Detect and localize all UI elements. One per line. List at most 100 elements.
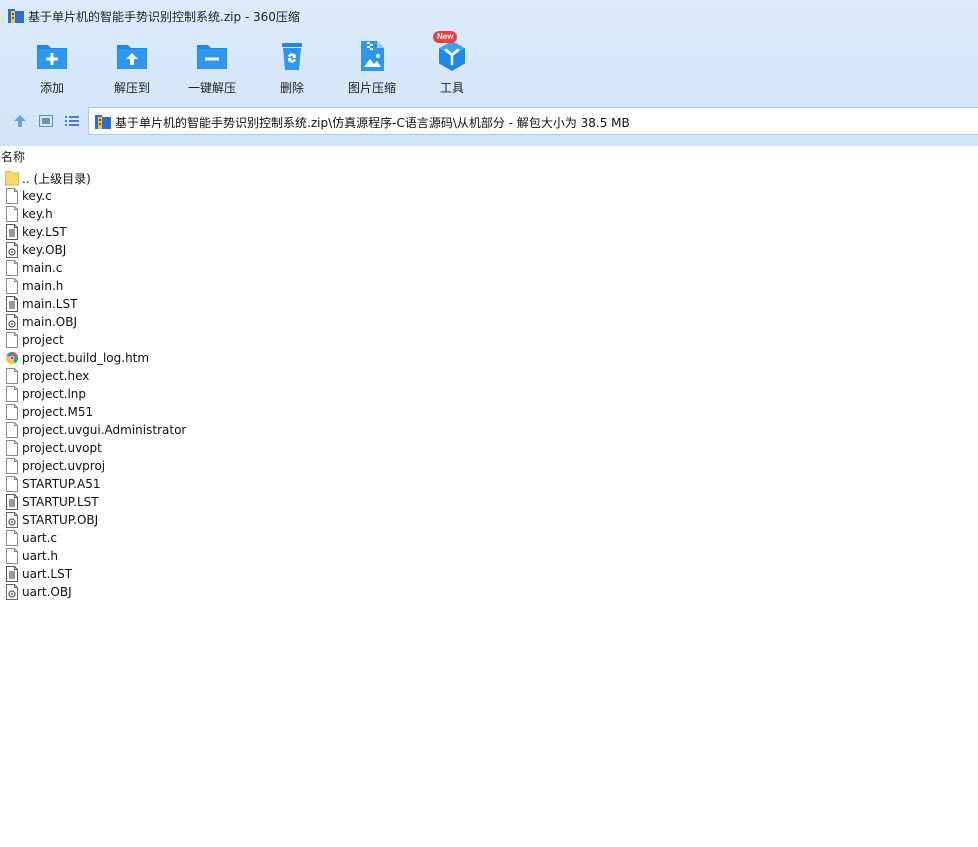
top-panel: 基于单片机的智能手势识别控制系统.zip - 360压缩 添加 解压到 一键解压… [0, 0, 978, 146]
file-name: project.uvgui.Administrator [22, 423, 187, 437]
archive-icon [95, 115, 111, 129]
file-icon [5, 386, 19, 402]
title-bar: 基于单片机的智能手势识别控制系统.zip - 360压缩 [0, 0, 978, 32]
file-row[interactable]: project.uvproj [0, 457, 978, 475]
object-file-icon [5, 512, 19, 528]
file-name: uart.c [22, 531, 58, 545]
file-name: project.hex [22, 369, 90, 383]
archive-app-icon [8, 9, 24, 23]
window-title: 基于单片机的智能手势识别控制系统.zip - 360压缩 [28, 10, 300, 24]
file-name: STARTUP.LST [22, 495, 99, 509]
file-row[interactable]: project.build_log.htm [0, 349, 978, 367]
file-row[interactable]: key.c [0, 187, 978, 205]
file-name: key.h [22, 207, 53, 221]
one-click-extract-label: 一键解压 [187, 81, 236, 95]
file-icon [5, 476, 19, 492]
file-name: project [22, 333, 64, 347]
tools-label: 工具 [439, 81, 464, 95]
list-view-icon[interactable] [64, 113, 80, 129]
file-name: project.uvopt [22, 441, 102, 455]
object-file-icon [5, 314, 19, 330]
file-icon [5, 260, 19, 276]
file-row[interactable]: STARTUP.A51 [0, 475, 978, 493]
delete-bin-icon [282, 43, 302, 70]
object-file-icon [5, 584, 19, 600]
file-name: uart.h [22, 549, 59, 563]
file-row[interactable]: project.lnp [0, 385, 978, 403]
file-icon [5, 368, 19, 384]
file-icon [5, 278, 19, 294]
file-row[interactable]: main.c [0, 259, 978, 277]
tools-button[interactable]: New 工具 [412, 31, 492, 98]
add-folder-icon [37, 45, 67, 69]
file-name: STARTUP.OBJ [22, 513, 99, 527]
file-row[interactable]: main.h [0, 277, 978, 295]
extract-to-button[interactable]: 解压到 [92, 36, 172, 98]
file-row[interactable]: project [0, 331, 978, 349]
file-row[interactable]: STARTUP.LST [0, 493, 978, 511]
column-header-name[interactable]: 名称 [1, 148, 25, 165]
file-row[interactable]: uart.OBJ [0, 583, 978, 601]
file-icon [5, 548, 19, 564]
file-icon [5, 188, 19, 204]
add-button[interactable]: 添加 [12, 36, 92, 98]
file-row[interactable]: uart.LST [0, 565, 978, 583]
text-file-icon [5, 296, 19, 312]
image-compress-button[interactable]: 图片压缩 [332, 36, 412, 98]
file-row[interactable]: key.h [0, 205, 978, 223]
file-name: project.uvproj [22, 459, 106, 473]
file-name: main.c [22, 261, 63, 275]
file-name: main.h [22, 279, 64, 293]
folder-icon [5, 170, 19, 186]
file-row[interactable]: key.LST [0, 223, 978, 241]
extract-to-icon [117, 45, 147, 69]
text-file-icon [5, 494, 19, 510]
file-row[interactable]: uart.h [0, 547, 978, 565]
file-name: STARTUP.A51 [22, 477, 101, 491]
file-row[interactable]: main.LST [0, 295, 978, 313]
file-name: key.LST [22, 225, 67, 239]
file-icon [5, 440, 19, 456]
file-name: uart.OBJ [22, 585, 72, 599]
toolbar: 添加 解压到 一键解压 删除 图片压缩 New 工具 [12, 31, 492, 98]
one-click-extract-icon [197, 45, 227, 69]
parent-directory-row[interactable]: .. (上级目录) [0, 169, 978, 187]
new-badge: New [433, 31, 458, 43]
text-file-icon [5, 566, 19, 582]
tools-icon [439, 41, 465, 71]
file-row[interactable]: main.OBJ [0, 313, 978, 331]
file-icon [5, 458, 19, 474]
file-name: main.LST [22, 297, 78, 311]
text-file-icon [5, 224, 19, 240]
file-row[interactable]: key.OBJ [0, 241, 978, 259]
file-icon [5, 206, 19, 222]
file-list: .. (上级目录) key.c key.h key.LST key.OBJ main.c m… [0, 169, 978, 601]
one-click-extract-button[interactable]: 一键解压 [172, 36, 252, 98]
file-row[interactable]: project.uvgui.Administrator [0, 421, 978, 439]
address-bar[interactable]: 基于单片机的智能手势识别控制系统.zip\仿真源程序-C语言源码\从机部分 - … [88, 107, 978, 135]
browser-file-icon [5, 350, 19, 366]
file-name: project.M51 [22, 405, 94, 419]
extract-to-label: 解压到 [113, 81, 150, 95]
app-window: 基于单片机的智能手势识别控制系统.zip - 360压缩 添加 解压到 一键解压… [0, 0, 978, 847]
file-row[interactable]: project.uvopt [0, 439, 978, 457]
add-label: 添加 [39, 81, 64, 95]
object-file-icon [5, 242, 19, 258]
file-name: project.build_log.htm [22, 351, 150, 365]
file-row[interactable]: uart.c [0, 529, 978, 547]
file-name: project.lnp [22, 387, 87, 401]
file-row[interactable]: STARTUP.OBJ [0, 511, 978, 529]
up-arrow-icon[interactable] [12, 113, 28, 129]
file-icon [5, 422, 19, 438]
file-row[interactable]: project.M51 [0, 403, 978, 421]
delete-button[interactable]: 删除 [252, 36, 332, 98]
delete-label: 删除 [279, 81, 304, 95]
address-path: 基于单片机的智能手势识别控制系统.zip\仿真源程序-C语言源码\从机部分 - … [115, 116, 630, 130]
thumbnail-view-icon[interactable] [38, 113, 54, 129]
file-name: .. (上级目录) [22, 171, 91, 186]
file-name: key.OBJ [22, 243, 67, 257]
image-compress-label: 图片压缩 [347, 81, 396, 95]
file-icon [5, 404, 19, 420]
file-row[interactable]: project.hex [0, 367, 978, 385]
file-icon [5, 530, 19, 546]
